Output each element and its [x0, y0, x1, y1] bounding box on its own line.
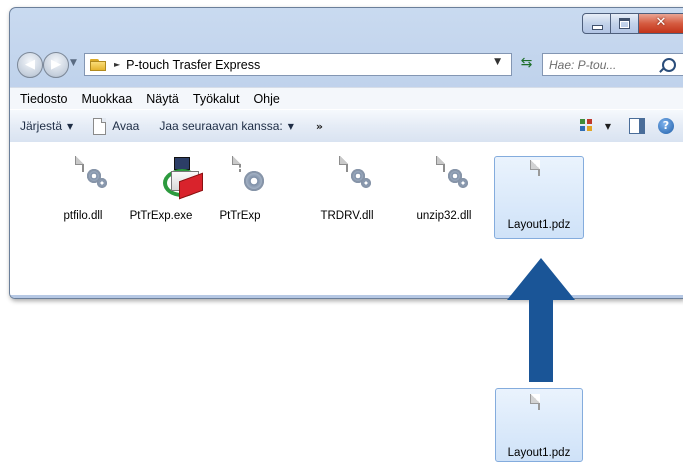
change-view-icon[interactable]: [579, 119, 596, 133]
menu-help[interactable]: Ohje: [246, 92, 286, 106]
document-icon: [538, 394, 540, 410]
search-box[interactable]: Hae: P-tou...: [542, 53, 683, 76]
address-bar[interactable]: ► P-touch Trasfer Express ▼: [84, 53, 512, 76]
chevron-down-icon: ▼: [287, 121, 294, 131]
chevron-down-icon: ▼: [67, 121, 74, 131]
settings-file-icon: [239, 156, 264, 191]
refresh-icon: ⇆: [520, 55, 533, 71]
caption-buttons: ✕: [582, 13, 683, 34]
file-name: PtTrExp.exe: [129, 210, 193, 222]
forward-button[interactable]: ▶: [43, 52, 69, 78]
close-button[interactable]: ✕: [638, 13, 683, 34]
file-list: ptfilo.dll PtTrExp.exe PtTrExp TRDRV.dll…: [10, 142, 683, 298]
help-icon[interactable]: ?: [658, 118, 674, 134]
file-name: unzip32.dll: [416, 210, 472, 222]
breadcrumb-folder[interactable]: P-touch Trasfer Express: [126, 58, 260, 72]
drag-direction-arrow-icon: [507, 258, 575, 382]
search-icon[interactable]: [662, 57, 676, 72]
command-bar-right: ▼ ?: [579, 110, 683, 142]
explorer-window: ✕ ◀ ▶ ▼ ► P-touch Trasfer Express ▼ ⇆ Ha…: [9, 7, 683, 299]
back-arrow-icon: ◀: [25, 57, 35, 72]
dll-gear-icon: [346, 156, 371, 188]
view-options-dropdown-icon[interactable]: ▼: [605, 122, 611, 131]
search-placeholder[interactable]: Hae: P-tou...: [549, 58, 662, 72]
command-bar: Järjestä ▼ Avaa Jaa seuraavan kanssa: ▼ » …: [10, 109, 683, 143]
file-name: PtTrExp: [219, 210, 261, 222]
maximize-icon: [619, 18, 630, 29]
file-name: Layout1.pdz: [507, 219, 571, 231]
file-item[interactable]: TRDRV.dll: [307, 154, 387, 228]
forward-arrow-icon: ▶: [51, 57, 61, 72]
file-item[interactable]: ptfilo.dll: [43, 154, 123, 228]
share-with-button[interactable]: Jaa seuraavan kanssa: ▼: [149, 119, 304, 133]
more-commands-button[interactable]: »: [304, 120, 335, 133]
file-item[interactable]: PtTrExp: [200, 154, 280, 228]
menu-edit[interactable]: Muokkaa: [74, 92, 139, 106]
menu-tools[interactable]: Työkalut: [186, 92, 247, 106]
address-dropdown-icon[interactable]: ▼: [494, 57, 501, 67]
maximize-button[interactable]: [610, 13, 639, 34]
menu-file[interactable]: Tiedosto: [13, 92, 74, 106]
breadcrumb-separator-icon[interactable]: ►: [114, 60, 120, 69]
recent-pages-dropdown-icon[interactable]: ▼: [70, 58, 77, 68]
file-item-selected[interactable]: Layout1.pdz: [494, 156, 584, 239]
refresh-button[interactable]: ⇆: [515, 53, 538, 74]
file-item[interactable]: PtTrExp.exe: [121, 154, 203, 228]
menu-bar: Tiedosto Muokkaa Näytä Työkalut Ohje: [10, 87, 683, 109]
back-button[interactable]: ◀: [17, 52, 43, 78]
minimize-button[interactable]: [582, 13, 611, 34]
close-icon: ✕: [655, 15, 667, 30]
open-button[interactable]: Avaa: [83, 117, 149, 135]
dragged-file[interactable]: Layout1.pdz: [495, 388, 583, 462]
dll-gear-icon: [82, 156, 107, 188]
file-name: TRDRV.dll: [320, 210, 374, 222]
open-label: Avaa: [112, 119, 140, 133]
document-icon: [93, 117, 107, 135]
organize-button[interactable]: Järjestä ▼: [10, 119, 83, 133]
document-icon: [538, 160, 540, 176]
folder-icon: [90, 58, 107, 71]
minimize-icon: [592, 25, 603, 30]
dll-gear-icon: [443, 156, 468, 188]
preview-pane-icon[interactable]: [629, 118, 645, 134]
menu-view[interactable]: Näytä: [139, 92, 186, 106]
organize-label: Järjestä: [20, 119, 63, 133]
share-label: Jaa seuraavan kanssa:: [159, 119, 283, 133]
navigation-bar: ◀ ▶ ▼ ► P-touch Trasfer Express ▼ ⇆ Hae:…: [10, 47, 683, 81]
file-item[interactable]: unzip32.dll: [404, 154, 484, 228]
file-name: ptfilo.dll: [63, 210, 103, 222]
dragged-file-name: Layout1.pdz: [507, 447, 571, 459]
